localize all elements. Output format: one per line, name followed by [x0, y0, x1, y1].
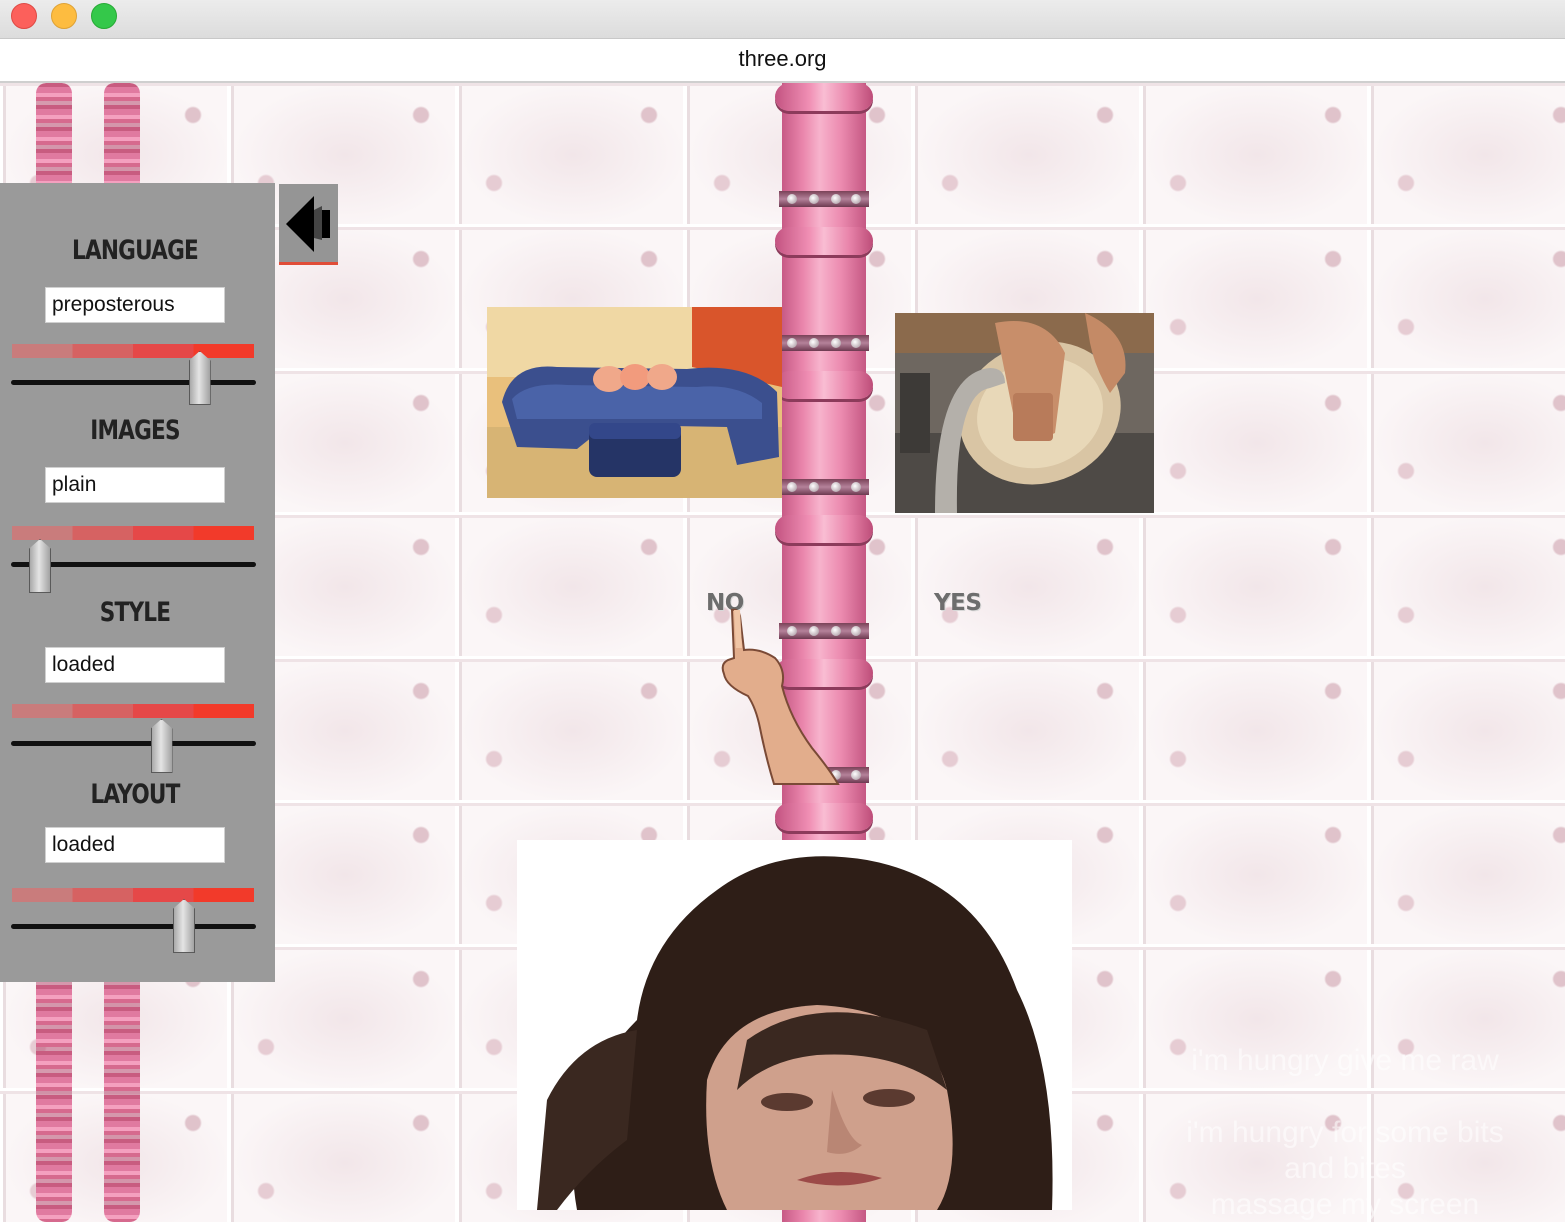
pipe-bolt-band — [779, 191, 869, 207]
images-slider-thumb[interactable] — [29, 539, 51, 593]
pipe-bolt-band — [779, 335, 869, 351]
layout-slider-thumb[interactable] — [173, 899, 195, 953]
language-slider-track[interactable] — [11, 380, 256, 385]
style-heading: STYLE — [99, 597, 171, 628]
language-heading: LANGUAGE — [72, 235, 199, 266]
language-value-field[interactable]: preposterous — [45, 287, 225, 323]
style-value-field[interactable]: loaded — [45, 647, 225, 683]
zoom-window-button[interactable] — [91, 3, 117, 29]
images-heading: IMAGES — [90, 415, 180, 446]
layout-meter — [12, 888, 254, 902]
layout-slider-track[interactable] — [11, 924, 256, 929]
layout-heading: LAYOUT — [90, 779, 180, 810]
back-button[interactable] — [279, 184, 338, 265]
images-value-field[interactable]: plain — [45, 467, 225, 503]
pipe-ring — [775, 803, 873, 831]
pipe-ring — [775, 83, 873, 111]
images-meter — [12, 526, 254, 540]
style-slider-track[interactable] — [11, 741, 256, 746]
style-slider-thumb[interactable] — [150, 719, 173, 773]
sofa-image[interactable] — [487, 307, 782, 498]
pipe-bolt-band — [779, 479, 869, 495]
minimize-window-button[interactable] — [51, 3, 77, 29]
settings-panel: LANGUAGE preposterous IMAGES plain STYLE… — [0, 183, 275, 982]
ghost-text-line-1: i'm hungry give me raw — [1191, 1044, 1499, 1077]
pipe-ring — [775, 371, 873, 399]
address-bar[interactable]: three.org — [0, 39, 1565, 83]
dishwashing-image[interactable] — [895, 313, 1154, 513]
pipe-ring — [775, 227, 873, 255]
back-arrow-icon — [286, 196, 330, 252]
pipe-ring — [775, 515, 873, 543]
window-titlebar — [0, 0, 1565, 39]
ghost-text-line-2: i'm hungry for some bits — [1186, 1116, 1504, 1149]
url-text: three.org — [738, 46, 827, 71]
woman-face-image[interactable] — [517, 840, 1072, 1210]
style-meter — [12, 704, 254, 718]
yes-choice[interactable]: YES — [934, 590, 982, 616]
close-window-button[interactable] — [11, 3, 37, 29]
pointing-hand-image — [721, 608, 840, 785]
language-slider-thumb[interactable] — [188, 351, 211, 405]
ghost-text-line-4: massage my screen — [1210, 1188, 1480, 1221]
language-meter — [12, 344, 254, 358]
page-canvas: NO YES i'm hungry give me raw i'm hungry… — [0, 83, 1565, 1222]
layout-value-field[interactable]: loaded — [45, 827, 225, 863]
ghost-text-line-3: and bites — [1284, 1152, 1406, 1185]
